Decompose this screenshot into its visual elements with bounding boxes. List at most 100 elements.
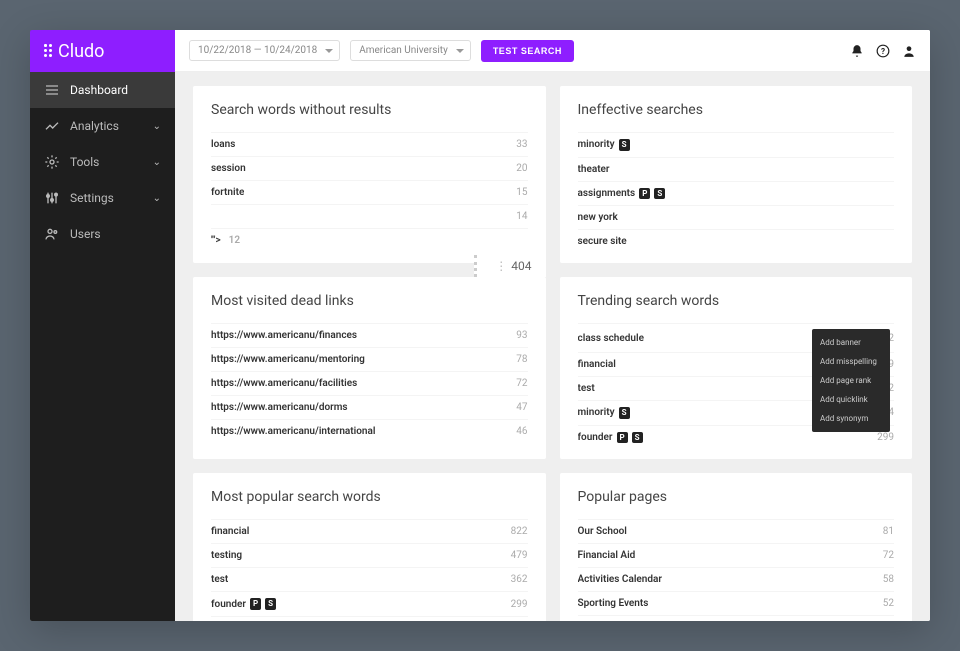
- dropdown-item[interactable]: Add quicklink: [812, 390, 890, 409]
- app-window: Cludo Dashboard Analytics⌄Tools⌄Settings⌄…: [30, 30, 930, 621]
- dashboard-content: Search words without results loans33sess…: [175, 72, 930, 621]
- list-item[interactable]: campus S264: [211, 616, 528, 621]
- card-ineffective: Ineffective searches minority S theater as…: [560, 86, 913, 263]
- row-value: 12: [229, 235, 240, 246]
- list-item[interactable]: test362: [211, 567, 528, 591]
- row-label: Activities Calendar: [578, 574, 663, 585]
- date-range-select[interactable]: 10/22/2018 — 10/24/2018: [189, 40, 340, 61]
- row-value: 362: [511, 574, 528, 585]
- row-label: assignments PS: [578, 188, 666, 200]
- row-label: testing: [211, 550, 242, 561]
- sidebar-item-users[interactable]: Users: [30, 216, 175, 252]
- row-value: 15: [516, 187, 527, 198]
- card-title: Popular pages: [578, 489, 895, 505]
- row-label: Sporting Events: [578, 598, 649, 609]
- row-label: '">12: [211, 235, 240, 246]
- card-popular-pages: Popular pages Our School81Financial Aid7…: [560, 473, 913, 621]
- list-item[interactable]: Sporting Events52: [578, 591, 895, 615]
- sidebar: Cludo Dashboard Analytics⌄Tools⌄Settings⌄…: [30, 30, 175, 621]
- list-item[interactable]: assignments PS: [578, 181, 895, 206]
- row-label: https://www.americanu/international: [211, 426, 375, 437]
- main-area: 10/22/2018 — 10/24/2018 American Univers…: [175, 30, 930, 621]
- row-label: financial: [211, 526, 249, 537]
- row-value: 14: [516, 211, 527, 222]
- badge-s: S: [632, 432, 643, 444]
- list-item[interactable]: financial822: [211, 519, 528, 543]
- list-item[interactable]: Financial Aid72: [578, 543, 895, 567]
- list-item[interactable]: session 20: [211, 156, 528, 180]
- topbar-right: ?: [850, 44, 916, 58]
- row-label: minority S: [578, 407, 630, 419]
- list-item[interactable]: 14: [211, 204, 528, 228]
- university-select[interactable]: American University: [350, 40, 471, 61]
- row-label: https://www.americanu/dorms: [211, 402, 348, 413]
- list-item[interactable]: https://www.americanu/dorms 47: [211, 395, 528, 419]
- list-item[interactable]: Our School81: [578, 519, 895, 543]
- card-trending: Trending search words class schedule822f…: [560, 277, 913, 459]
- row-label: financial: [578, 359, 616, 370]
- list-item[interactable]: secure site: [578, 229, 895, 253]
- row-label: https://www.americanu/finances: [211, 330, 357, 341]
- dashboard-icon: [44, 82, 60, 98]
- help-icon[interactable]: ?: [876, 44, 890, 58]
- row-value: 58: [883, 574, 894, 585]
- list-item[interactable]: https://www.americanu/facilities72: [211, 371, 528, 395]
- row-label: class schedule: [578, 333, 644, 344]
- sidebar-item-settings[interactable]: Settings⌄: [30, 180, 175, 216]
- dropdown-item[interactable]: Add synonym: [812, 409, 890, 428]
- list-item[interactable]: https://www.americanu/mentoring 78: [211, 347, 528, 371]
- logo-dots-icon: [44, 44, 52, 58]
- chevron-down-icon: ⌄: [153, 121, 161, 132]
- brand-logo[interactable]: Cludo: [30, 30, 175, 72]
- dropdown-item[interactable]: Add banner: [812, 333, 890, 352]
- chevron-down-icon: ⌄: [153, 157, 161, 168]
- sidebar-item-label: Dashboard: [70, 83, 128, 97]
- row-value: 47: [516, 402, 527, 413]
- list-item[interactable]: https://www.americanu/finances93: [211, 323, 528, 347]
- trending-dropdown: Add bannerAdd misspellingAdd page rankAd…: [812, 329, 890, 432]
- row-value: 72: [516, 378, 527, 389]
- list-item[interactable]: https://www.americanu/international 46: [211, 419, 528, 443]
- card-title: Ineffective searches: [578, 102, 895, 118]
- list-item[interactable]: fortnite15: [211, 180, 528, 204]
- analytics-icon: [44, 118, 60, 134]
- dropdown-item[interactable]: Add misspelling: [812, 352, 890, 371]
- list-item[interactable]: testing 479: [211, 543, 528, 567]
- list-item[interactable]: theater: [578, 157, 895, 181]
- row-value: 20: [516, 163, 527, 174]
- list-item[interactable]: Activities Calendar 58: [578, 567, 895, 591]
- list-item[interactable]: new york: [578, 205, 895, 229]
- row-label: secure site: [578, 236, 627, 247]
- nav-list: Dashboard Analytics⌄Tools⌄Settings⌄Users: [30, 72, 175, 621]
- card-dead-links: ⋮404 Most visited dead links https://www…: [193, 277, 546, 459]
- row-label: minority S: [578, 139, 630, 151]
- row-label: session: [211, 163, 246, 174]
- list-item[interactable]: founder PS299: [211, 591, 528, 616]
- row-value: 78: [516, 354, 527, 365]
- row-value: 299: [877, 432, 894, 443]
- badge-p: P: [639, 188, 650, 200]
- list-item[interactable]: minority S: [578, 132, 895, 157]
- row-label: loans: [211, 139, 235, 150]
- list-item[interactable]: '">12: [211, 228, 528, 252]
- tab-404[interactable]: ⋮404: [474, 255, 545, 277]
- brand-name: Cludo: [58, 41, 104, 62]
- card-title: Trending search words: [578, 293, 895, 309]
- row-label: https://www.americanu/mentoring: [211, 354, 365, 365]
- row-value: 81: [883, 526, 894, 537]
- user-icon[interactable]: [902, 44, 916, 58]
- topbar: 10/22/2018 — 10/24/2018 American Univers…: [175, 30, 930, 72]
- row-value: 46: [516, 426, 527, 437]
- test-search-button[interactable]: TEST SEARCH: [481, 40, 574, 62]
- sidebar-item-tools[interactable]: Tools⌄: [30, 144, 175, 180]
- tools-icon: [44, 154, 60, 170]
- row-value: 479: [511, 550, 528, 561]
- sidebar-item-analytics[interactable]: Analytics⌄: [30, 108, 175, 144]
- sidebar-item-dashboard[interactable]: Dashboard: [30, 72, 175, 108]
- list-item[interactable]: Library Hours44: [578, 615, 895, 621]
- row-label: founder PS: [578, 432, 643, 444]
- row-value: 299: [511, 599, 528, 610]
- dropdown-item[interactable]: Add page rank: [812, 371, 890, 390]
- notifications-icon[interactable]: [850, 44, 864, 58]
- list-item[interactable]: loans33: [211, 132, 528, 156]
